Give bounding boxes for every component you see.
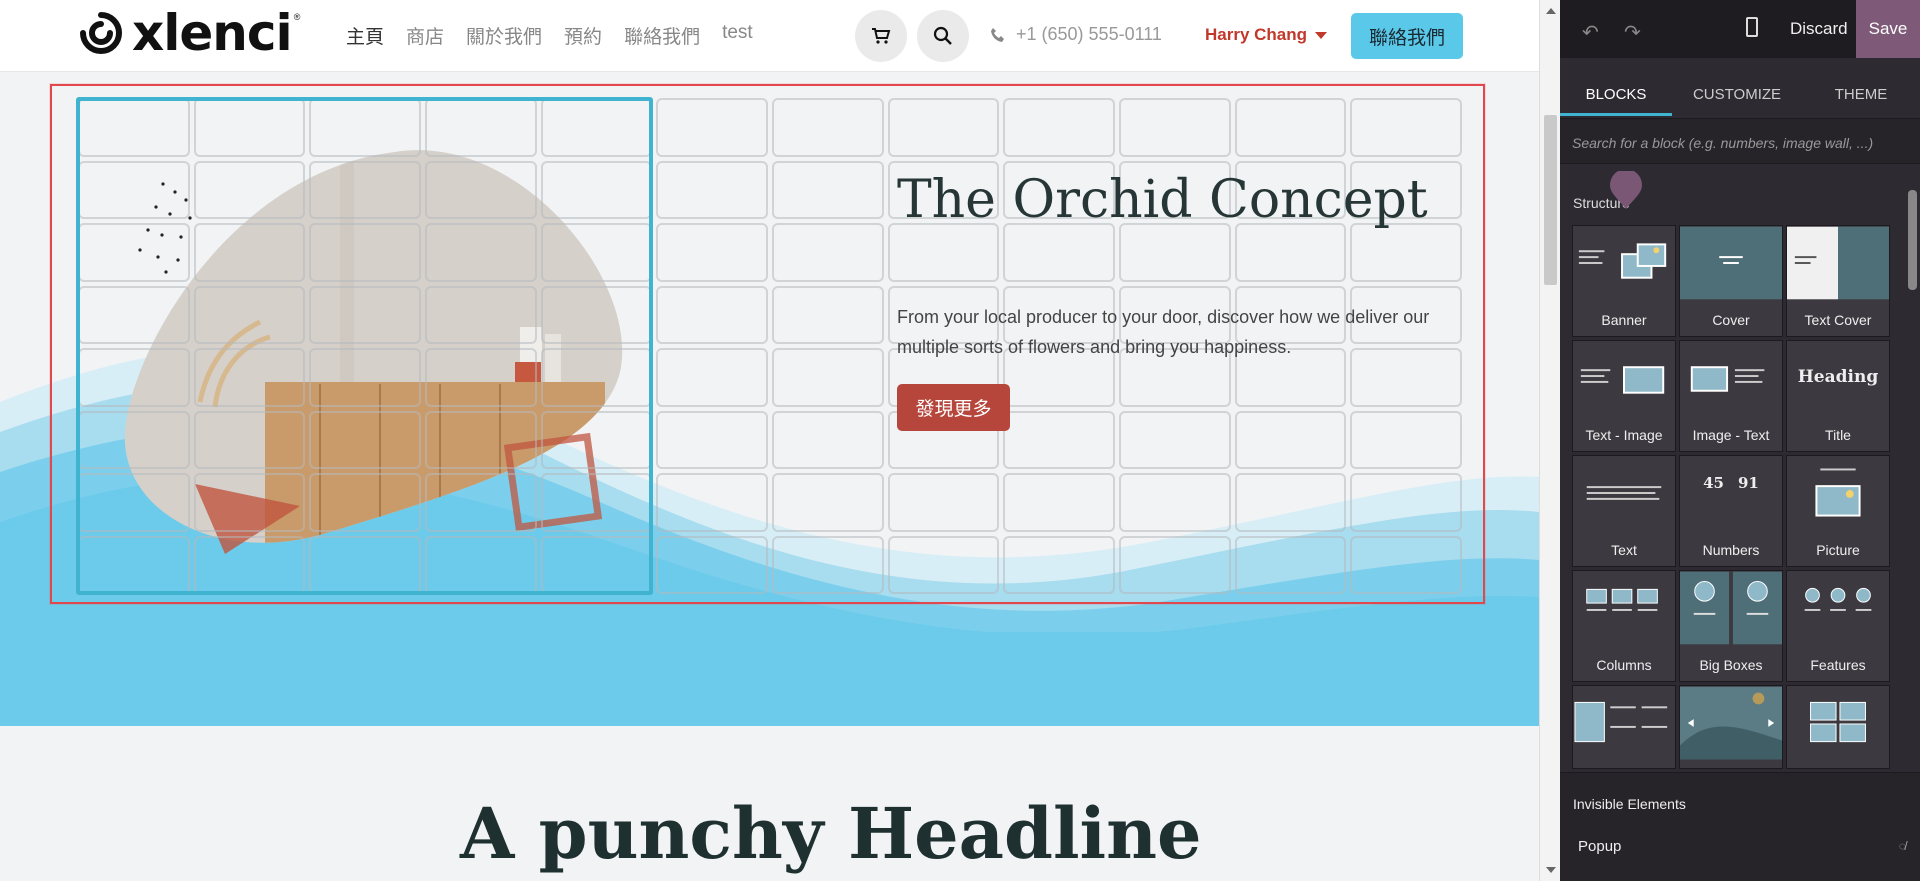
- block-text-image[interactable]: Text - Image: [1572, 340, 1676, 452]
- nav-appointment[interactable]: 預約: [564, 22, 602, 49]
- section-headline[interactable]: A punchy Headline: [460, 792, 1202, 875]
- redo-icon[interactable]: ↷: [1624, 20, 1641, 45]
- block-columns[interactable]: Columns: [1572, 570, 1676, 682]
- block-label: Features: [1810, 657, 1866, 673]
- columns-thumb-icon: [1586, 588, 1658, 611]
- block-features[interactable]: Features: [1786, 570, 1890, 682]
- block-big-boxes[interactable]: Big Boxes: [1679, 570, 1783, 682]
- nav-about[interactable]: 關於我們: [466, 22, 542, 49]
- text-image-thumb-icon: [1580, 366, 1665, 394]
- text-cover-thumb-icon: [1787, 226, 1889, 300]
- phone-link[interactable]: +1 (650) 555-0111: [990, 24, 1162, 45]
- image-text-thumb-icon: [1690, 366, 1765, 392]
- picture-thumb-icon: [1815, 468, 1861, 517]
- block-text-cover[interactable]: Text Cover: [1786, 225, 1890, 337]
- discard-button[interactable]: Discard: [1790, 19, 1848, 39]
- scroll-up-icon[interactable]: [1546, 8, 1556, 14]
- block-more-1[interactable]: [1572, 685, 1676, 769]
- logo-registered: ®: [293, 12, 301, 22]
- nav-contact[interactable]: 聯絡我們: [624, 22, 700, 49]
- user-menu[interactable]: Harry Chang: [1205, 25, 1328, 45]
- hero-section[interactable]: The Orchid Concept From your local produ…: [0, 72, 1539, 726]
- banner-thumb-icon: [1578, 243, 1667, 279]
- numbers-thumb: 45 91: [1680, 456, 1782, 530]
- popup-item[interactable]: Popup: [1578, 838, 1621, 855]
- logo-text: xlenci: [132, 4, 293, 62]
- scroll-down-icon[interactable]: [1546, 867, 1556, 873]
- eye-slash-icon[interactable]: ◌̸: [1899, 839, 1906, 853]
- discover-more-button[interactable]: 發現更多: [897, 384, 1010, 431]
- hero-text[interactable]: From your local producer to your door, d…: [897, 302, 1457, 362]
- site-scrollbar[interactable]: [1539, 0, 1560, 881]
- nav-home[interactable]: 主頁: [346, 22, 384, 49]
- image-gallery-thumb-icon: [1574, 701, 1668, 743]
- cover-thumb-icon: [1680, 226, 1782, 300]
- block-title[interactable]: Heading Title: [1786, 340, 1890, 452]
- block-more-2[interactable]: [1679, 685, 1783, 769]
- features-thumb-icon: [1804, 587, 1872, 611]
- search-button[interactable]: [917, 10, 969, 62]
- block-more-3[interactable]: [1786, 685, 1890, 769]
- editor-scroll-thumb[interactable]: [1908, 190, 1917, 290]
- website-preview: xlenci ® 主頁 商店 關於我們 預約 聯絡我們 test +1 (650…: [0, 0, 1539, 881]
- block-cover[interactable]: Cover: [1679, 225, 1783, 337]
- drag-pin-icon: [1610, 171, 1642, 209]
- block-label: Text Cover: [1804, 312, 1872, 328]
- search-icon: [933, 26, 952, 45]
- block-banner[interactable]: Banner: [1572, 225, 1676, 337]
- editor-toolbar: ↶ ↷ Discard Save: [1560, 0, 1920, 58]
- phone-number: +1 (650) 555-0111: [1016, 24, 1162, 44]
- nav-shop[interactable]: 商店: [406, 22, 444, 49]
- block-label: Columns: [1596, 657, 1652, 673]
- phone-icon: [991, 27, 1004, 42]
- numbers-thumb-value: 91: [1738, 474, 1759, 492]
- block-numbers[interactable]: 45 91 Numbers: [1679, 455, 1783, 567]
- main-nav: 主頁 商店 關於我們 預約 聯絡我們 test: [346, 22, 753, 49]
- invisible-elements-panel: Invisible Elements Popup ◌̸: [1560, 772, 1920, 881]
- undo-icon[interactable]: ↶: [1582, 20, 1599, 45]
- hero-title[interactable]: The Orchid Concept: [897, 170, 1428, 230]
- logo-mark-icon: [80, 12, 122, 54]
- user-name: Harry Chang: [1205, 25, 1308, 44]
- block-label: Numbers: [1702, 542, 1760, 558]
- text-thumb-icon: [1586, 486, 1662, 500]
- save-button[interactable]: Save: [1856, 0, 1920, 58]
- mobile-preview-icon[interactable]: [1746, 17, 1758, 37]
- block-image-text[interactable]: Image - Text: [1679, 340, 1783, 452]
- block-label: Cover: [1712, 312, 1750, 328]
- tab-customize[interactable]: CUSTOMIZE: [1672, 58, 1802, 116]
- block-grid: Banner Cover Text Cover Text - Image Ima…: [1572, 225, 1894, 769]
- block-picture[interactable]: Picture: [1786, 455, 1890, 567]
- block-label: Text - Image: [1585, 427, 1663, 443]
- tab-blocks[interactable]: BLOCKS: [1560, 58, 1672, 116]
- block-text[interactable]: Text: [1572, 455, 1676, 567]
- block-label: Image - Text: [1692, 427, 1770, 443]
- block-search-input[interactable]: Search for a block (e.g. numbers, image …: [1560, 118, 1920, 164]
- numbers-thumb-value: 45: [1703, 474, 1724, 492]
- invisible-elements-heading: Invisible Elements: [1573, 796, 1686, 812]
- nav-test[interactable]: test: [722, 22, 753, 49]
- carousel-thumb-icon: [1680, 686, 1782, 760]
- block-label: Big Boxes: [1699, 657, 1763, 673]
- editor-tabs: BLOCKS CUSTOMIZE THEME: [1560, 58, 1920, 116]
- caret-down-icon: [1315, 31, 1328, 39]
- block-label: Text: [1611, 542, 1637, 558]
- scroll-thumb[interactable]: [1544, 115, 1557, 285]
- block-label: Banner: [1601, 312, 1647, 328]
- cart-button[interactable]: [855, 10, 907, 62]
- big-boxes-thumb-icon: [1680, 571, 1782, 645]
- contact-us-button[interactable]: 聯絡我們: [1351, 13, 1463, 59]
- editor-scrollbar[interactable]: [1904, 168, 1920, 768]
- block-label: Title: [1825, 427, 1851, 443]
- block-label: Picture: [1816, 542, 1860, 558]
- tab-theme[interactable]: THEME: [1802, 58, 1920, 116]
- cart-icon: [872, 28, 891, 44]
- image-wall-thumb-icon: [1810, 701, 1866, 743]
- title-thumb-text: Heading: [1797, 367, 1879, 387]
- editor-panel: ↶ ↷ Discard Save BLOCKS CUSTOMIZE THEME …: [1560, 0, 1920, 881]
- site-header: xlenci ® 主頁 商店 關於我們 預約 聯絡我們 test +1 (650…: [0, 0, 1539, 72]
- site-logo[interactable]: xlenci ®: [78, 8, 300, 58]
